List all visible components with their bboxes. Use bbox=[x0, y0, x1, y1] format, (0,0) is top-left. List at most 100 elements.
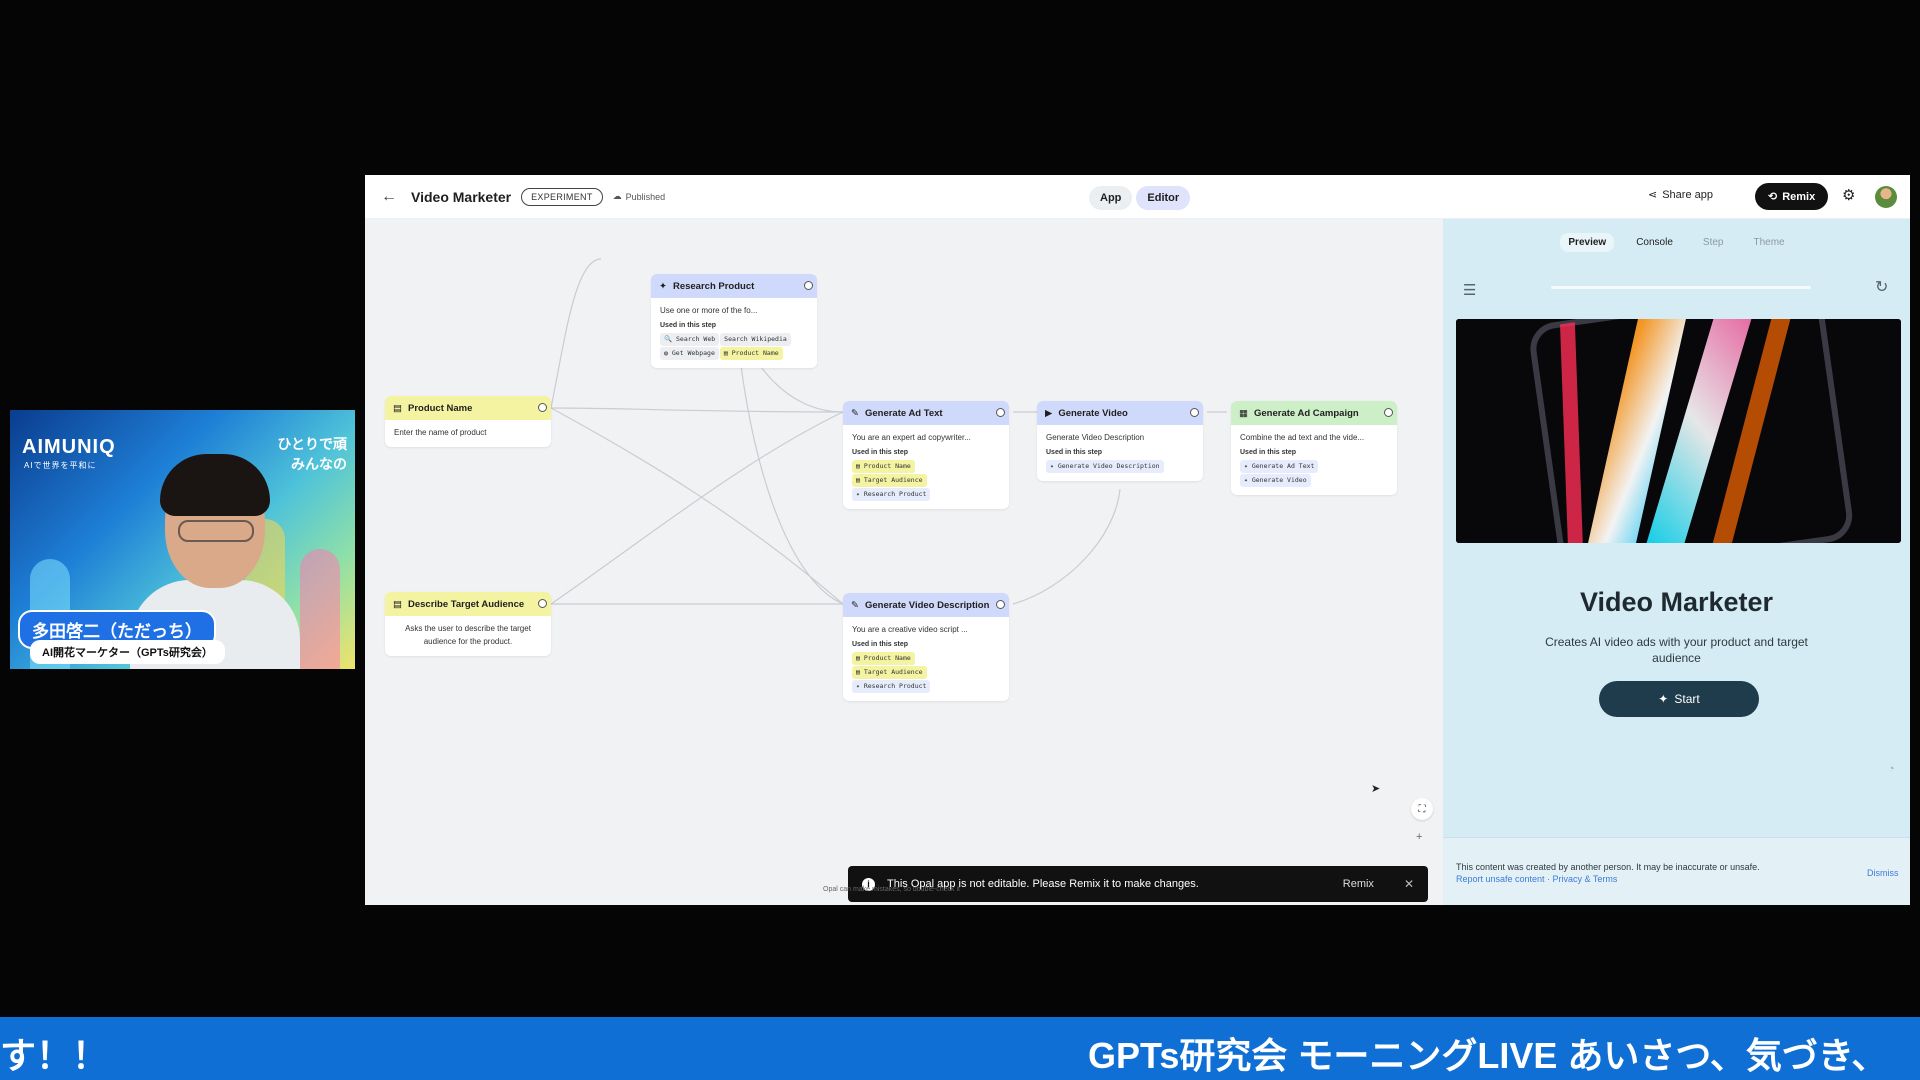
node-description: You are a creative video script ... bbox=[852, 625, 968, 634]
node-body: You are a creative video script ... Used… bbox=[843, 617, 1009, 701]
node-title: Generate Ad Text bbox=[864, 407, 943, 419]
used-in-step-label: Used in this step bbox=[852, 641, 909, 648]
content-warning: This content was created by another pers… bbox=[1456, 862, 1760, 872]
used-in-step-label: Used in this step bbox=[1240, 449, 1297, 456]
presenter-glasses bbox=[178, 520, 254, 542]
panel-footer: This content was created by another pers… bbox=[1443, 837, 1910, 905]
publish-status-label: Published bbox=[625, 191, 666, 202]
node-body: Enter the name of product bbox=[385, 420, 551, 447]
node-port[interactable] bbox=[538, 599, 547, 608]
chip-target-audience: ▤ Target Audience bbox=[852, 666, 927, 679]
gear-icon[interactable]: ⚙ bbox=[1842, 186, 1855, 204]
fit-view-icon[interactable]: ⛶ bbox=[1411, 798, 1433, 820]
node-research-product[interactable]: ✦ Research Product Use one or more of th… bbox=[651, 274, 817, 368]
chip-research-product: ✦ Research Product bbox=[852, 680, 931, 693]
node-header: ▤ Product Name bbox=[385, 396, 551, 420]
editor-canvas[interactable]: ✦ Research Product Use one or more of th… bbox=[365, 219, 1443, 905]
node-description: Generate Video Description bbox=[1046, 433, 1145, 442]
chip-generate-video: ✦ Generate Video bbox=[1240, 474, 1311, 487]
node-port[interactable] bbox=[804, 281, 813, 290]
not-editable-toast: i This Opal app is not editable. Please … bbox=[848, 866, 1428, 902]
node-title: Generate Video bbox=[1058, 407, 1128, 419]
tab-preview[interactable]: Preview bbox=[1560, 233, 1615, 252]
node-header: ✎ Generate Ad Text bbox=[843, 401, 1009, 425]
node-port[interactable] bbox=[1384, 408, 1393, 417]
refresh-icon[interactable]: ↻ bbox=[1875, 277, 1888, 297]
node-header: ▤ Describe Target Audience bbox=[385, 592, 551, 616]
screen: AIMUNIQ AIで世界を平和に ひとりで頑 みんなの 多田啓二（ただっち） … bbox=[0, 0, 1920, 1080]
publish-status: ☁ Published bbox=[613, 191, 666, 202]
share-app-button[interactable]: ⋖ Share app bbox=[1648, 188, 1713, 202]
start-button[interactable]: ✦ Start bbox=[1599, 681, 1759, 717]
used-in-step-label: Used in this step bbox=[852, 449, 909, 456]
chip-search-wikipedia: Search Wikipedia bbox=[720, 333, 791, 346]
used-in-step-label: Used in this step bbox=[660, 322, 717, 329]
node-port[interactable] bbox=[1190, 408, 1199, 417]
presenter-hair bbox=[160, 454, 270, 516]
tab-theme[interactable]: Theme bbox=[1745, 233, 1792, 252]
tagline-line: ひとりで頑 bbox=[277, 436, 347, 452]
share-label: Share app bbox=[1662, 188, 1713, 201]
panel-tabs: Preview Console Step Theme bbox=[1443, 233, 1910, 252]
avatar[interactable] bbox=[1875, 186, 1897, 208]
node-describe-target-audience[interactable]: ▤ Describe Target Audience Asks the user… bbox=[385, 592, 551, 656]
node-port[interactable] bbox=[996, 600, 1005, 609]
feedback-icon[interactable]: ◔ bbox=[1888, 763, 1895, 775]
chip-list: 🔍 Search Web Search Wikipedia ◍ Get Webpa… bbox=[660, 332, 808, 360]
edge bbox=[1012, 488, 1121, 605]
node-generate-video[interactable]: ▶ Generate Video Generate Video Descript… bbox=[1037, 401, 1203, 481]
input-icon: ▤ bbox=[393, 598, 402, 610]
hamburger-menu-icon[interactable]: ☰ bbox=[1463, 281, 1476, 299]
chip-list: ✦ Generate Ad Text ✦ Generate Video bbox=[1240, 459, 1388, 487]
live-ticker: す！！ GPTs研究会 モーニングLIVE あいさつ、気づき、 bbox=[0, 1017, 1920, 1080]
input-icon: ▤ bbox=[393, 402, 402, 414]
dismiss-link[interactable]: Dismiss bbox=[1867, 868, 1899, 878]
editor-mode-button[interactable]: Editor bbox=[1136, 186, 1191, 210]
app-hero-image bbox=[1456, 319, 1901, 543]
node-port[interactable] bbox=[538, 403, 547, 412]
node-body: Generate Video Description Used in this … bbox=[1037, 425, 1203, 481]
zoom-in-icon[interactable]: + bbox=[1416, 831, 1422, 843]
sparkle-icon: ✦ bbox=[1658, 692, 1669, 706]
node-generate-ad-text[interactable]: ✎ Generate Ad Text You are an expert ad … bbox=[843, 401, 1009, 509]
node-description: Enter the name of product bbox=[394, 428, 487, 437]
app-mode-button[interactable]: App bbox=[1089, 186, 1133, 210]
tab-step[interactable]: Step bbox=[1695, 233, 1732, 252]
chip-target-audience: ▤ Target Audience bbox=[852, 474, 927, 487]
chip-generate-ad-text: ✦ Generate Ad Text bbox=[1240, 460, 1319, 473]
hero-artwork bbox=[1456, 319, 1901, 543]
node-generate-video-description[interactable]: ✎ Generate Video Description You are a c… bbox=[843, 593, 1009, 701]
tab-console[interactable]: Console bbox=[1628, 233, 1681, 252]
remix-button[interactable]: ⟲ Remix bbox=[1755, 183, 1829, 210]
background-decoration bbox=[300, 549, 340, 669]
edge bbox=[550, 407, 844, 605]
preview-app-title: Video Marketer bbox=[1579, 587, 1774, 617]
cloud-icon: ☁ bbox=[612, 191, 622, 201]
run-progress-bar bbox=[1551, 286, 1811, 289]
node-title: Describe Target Audience bbox=[407, 598, 525, 610]
node-product-name[interactable]: ▤ Product Name Enter the name of product bbox=[385, 396, 551, 447]
webcam-brand: AIMUNIQ bbox=[22, 436, 116, 458]
node-body: Combine the ad text and the vide... Used… bbox=[1231, 425, 1397, 495]
toast-remix-button[interactable]: Remix bbox=[1343, 878, 1374, 890]
node-header: ▦ Generate Ad Campaign bbox=[1231, 401, 1397, 425]
chip-get-webpage: ◍ Get Webpage bbox=[660, 347, 719, 360]
sparkle-icon: ✦ bbox=[659, 280, 667, 292]
edge bbox=[550, 258, 602, 409]
opal-app-window: ← Video Marketer EXPERIMENT ☁ Published … bbox=[365, 175, 1910, 905]
chip-generate-video-description: ✦ Generate Video Description bbox=[1046, 460, 1164, 473]
report-links[interactable]: Report unsafe content · Privacy & Terms bbox=[1456, 874, 1617, 884]
node-description: You are an expert ad copywriter... bbox=[852, 433, 971, 442]
node-description: Use one or more of the fo... bbox=[660, 306, 758, 315]
presenter-role: AI開花マーケター（GPTs研究会） bbox=[30, 640, 225, 664]
remix-label: Remix bbox=[1782, 190, 1816, 203]
edge bbox=[550, 411, 844, 605]
chip-list: ▤ Product Name ▤ Target Audience ✦ Resea… bbox=[852, 651, 1000, 693]
node-port[interactable] bbox=[996, 408, 1005, 417]
remix-icon: ⟲ bbox=[1768, 191, 1778, 203]
close-icon[interactable]: ✕ bbox=[1404, 877, 1414, 891]
node-body: Asks the user to describe the target aud… bbox=[385, 616, 551, 656]
video-icon: ▶ bbox=[1045, 407, 1053, 419]
node-generate-ad-campaign[interactable]: ▦ Generate Ad Campaign Combine the ad te… bbox=[1231, 401, 1397, 495]
back-arrow-icon[interactable]: ← bbox=[377, 185, 401, 209]
